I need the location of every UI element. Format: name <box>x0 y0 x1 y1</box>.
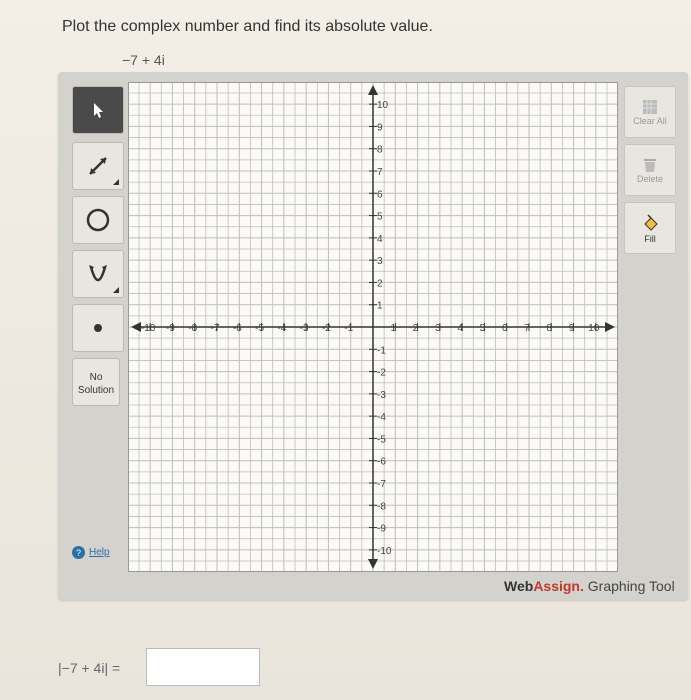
trash-icon <box>644 159 656 172</box>
y-tick-label: 8 <box>377 145 383 156</box>
x-tick-label: 7 <box>524 323 530 334</box>
brand-assign: Assign. <box>533 578 584 594</box>
y-axis-arrow-up <box>368 85 378 95</box>
x-tick-label: -8 <box>188 323 197 334</box>
x-tick-label: -2 <box>322 323 331 334</box>
x-tick-label: -7 <box>211 323 220 334</box>
x-tick-label: 10 <box>588 323 600 334</box>
x-tick-label: -9 <box>166 323 175 334</box>
help-link[interactable]: ? Help <box>72 546 110 559</box>
y-tick-label: -2 <box>377 368 386 379</box>
y-tick-label: -7 <box>377 479 386 490</box>
x-tick-label: 3 <box>435 323 441 334</box>
absolute-value-label: |−7 + 4i| = <box>58 660 121 676</box>
x-axis-arrow-right <box>605 322 615 332</box>
y-tick-label: -1 <box>377 345 386 356</box>
x-tick-label: -3 <box>300 323 309 334</box>
y-tick-label: 10 <box>377 100 389 111</box>
brand-tool-name: Graphing Tool <box>583 578 675 594</box>
fill-button[interactable]: Fill <box>624 202 676 254</box>
brand-web: Web <box>504 578 534 594</box>
point-icon <box>94 324 102 332</box>
clear-all-icon <box>643 100 657 114</box>
y-tick-label: -9 <box>377 524 386 535</box>
circle-tool-button[interactable] <box>72 196 124 244</box>
y-tick-label: 7 <box>377 167 383 178</box>
x-tick-label: 6 <box>502 323 508 334</box>
x-tick-label: 1 <box>391 323 397 334</box>
coordinate-plane[interactable]: -10 -9 -8 -7 -6 -5 -4 -3 -2 -1 1 2 3 4 5 6 7 8 9 10 10 9 8 7 6 5 4… <box>128 82 618 572</box>
y-tick-label: 4 <box>377 234 383 245</box>
x-tick-label: 2 <box>413 323 419 334</box>
y-tick-label: -5 <box>377 434 386 445</box>
y-tick-label: -10 <box>377 546 392 557</box>
x-tick-label: -1 <box>344 323 353 334</box>
x-tick-label: -5 <box>255 323 264 334</box>
clear-all-button[interactable]: Clear All <box>624 86 676 138</box>
y-axis-arrow-down <box>368 559 378 569</box>
x-tick-label: -10 <box>141 323 156 334</box>
fill-label: Fill <box>644 234 656 244</box>
delete-label: Delete <box>636 174 663 184</box>
x-tick-label: 9 <box>569 323 575 334</box>
y-tick-label: 6 <box>377 189 383 200</box>
x-tick-label: 8 <box>547 323 553 334</box>
webassign-graphing-tool-brand: WebAssign. Graphing Tool <box>504 578 675 594</box>
pointer-arrow-icon <box>94 103 103 118</box>
coordinate-grid[interactable]: -10 -9 -8 -7 -6 -5 -4 -3 -2 -1 1 2 3 4 5 6 7 8 9 10 10 9 8 7 6 5 4… <box>129 83 617 571</box>
delete-button[interactable]: Delete <box>624 144 676 196</box>
help-label: Help <box>89 547 110 558</box>
point-tool-button[interactable] <box>72 304 124 352</box>
y-tick-label: 1 <box>377 301 383 312</box>
tool-options-indicator <box>113 287 119 293</box>
pointer-tool-button[interactable] <box>72 86 124 134</box>
x-axis-arrow-left <box>131 322 141 332</box>
x-tick-label: -6 <box>233 323 242 334</box>
absolute-value-input[interactable] <box>146 648 260 686</box>
x-tick-label: 5 <box>480 323 486 334</box>
x-tick-label: 4 <box>457 323 463 334</box>
line-segment-icon <box>89 157 107 175</box>
line-tool-button[interactable] <box>72 142 124 190</box>
paint-bucket-icon <box>644 214 658 231</box>
y-tick-label: -3 <box>377 390 386 401</box>
help-icon: ? <box>72 546 85 559</box>
y-tick-label: 2 <box>377 278 383 289</box>
y-tick-label: 9 <box>377 122 383 133</box>
no-solution-button[interactable]: No Solution <box>72 358 120 406</box>
parabola-tool-button[interactable] <box>72 250 124 298</box>
y-tick-label: -6 <box>377 457 386 468</box>
page: Plot the complex number and find its abs… <box>0 0 691 700</box>
y-tick-label: 5 <box>377 212 383 223</box>
y-tick-label: -8 <box>377 501 386 512</box>
circle-icon <box>86 208 110 232</box>
parabola-icon <box>89 265 107 282</box>
y-tick-label: 3 <box>377 256 383 267</box>
clear-all-label: Clear All <box>633 116 667 126</box>
y-tick-label: -4 <box>377 412 386 423</box>
tool-options-indicator <box>113 179 119 185</box>
complex-number-expression: −7 + 4i <box>122 52 165 68</box>
question-prompt: Plot the complex number and find its abs… <box>62 18 433 35</box>
x-tick-label: -4 <box>277 323 286 334</box>
